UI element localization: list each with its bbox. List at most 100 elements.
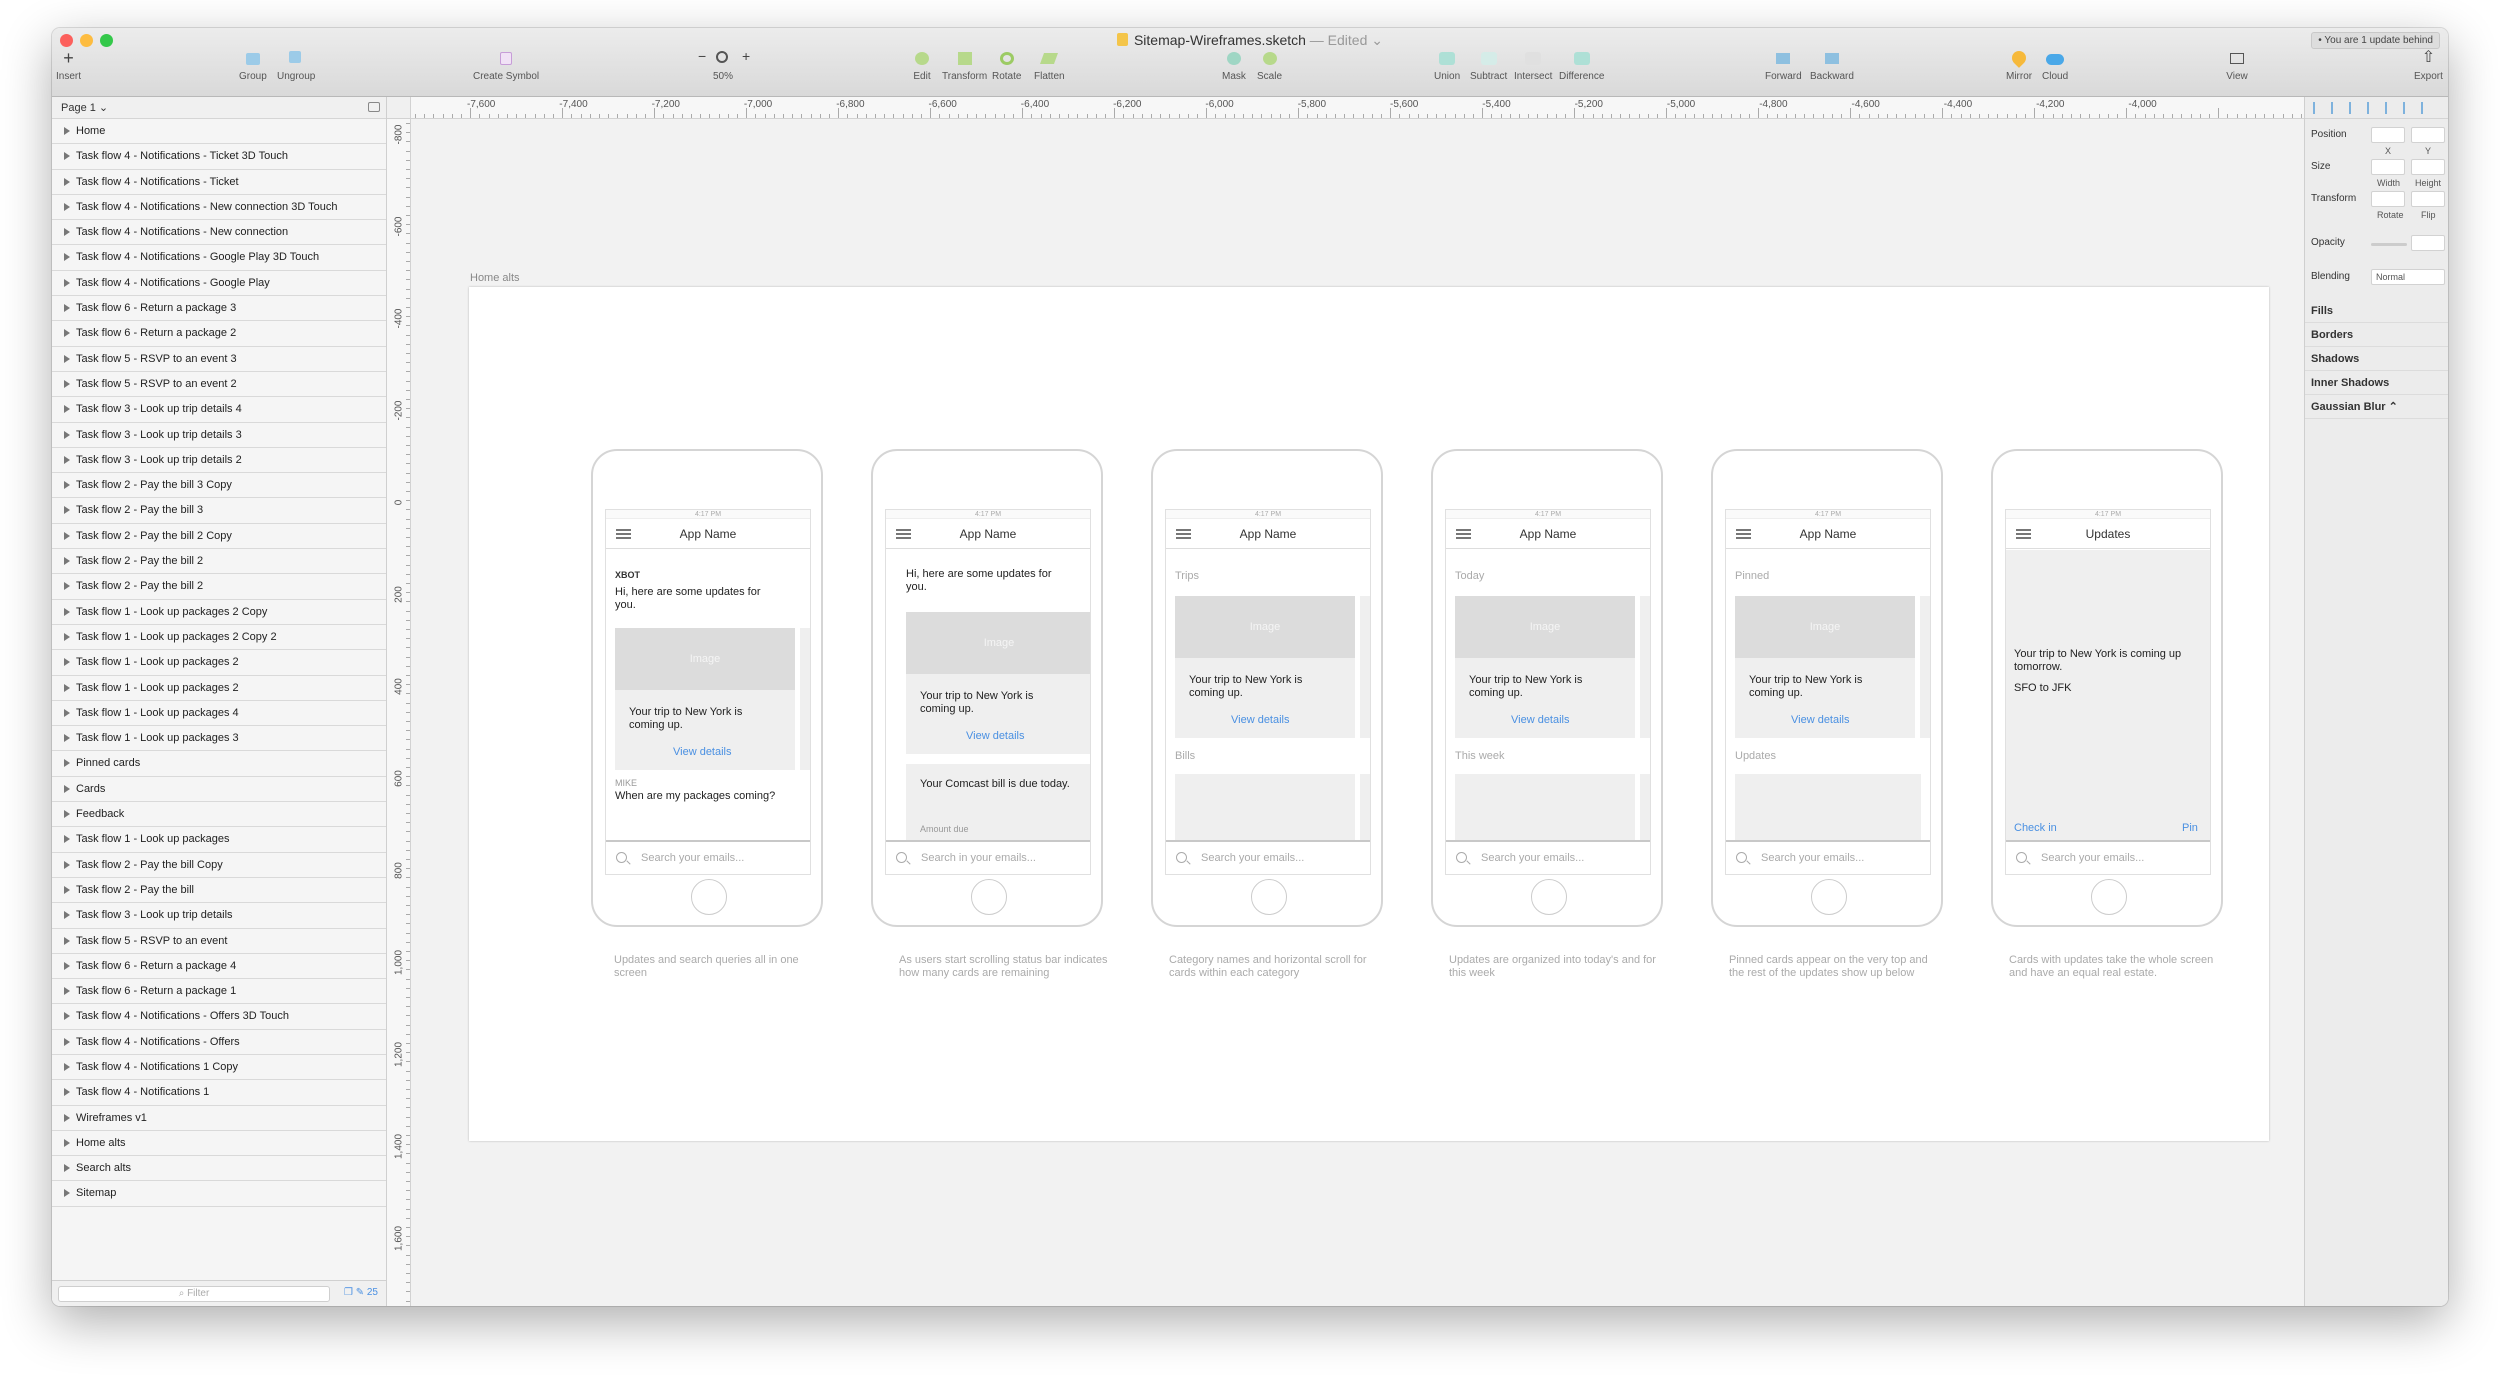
layer-item[interactable]: Task flow 5 - RSVP to an event (52, 929, 386, 954)
gaussian-blur-section[interactable]: Gaussian Blur ⌃ (2305, 395, 2448, 419)
phone-mockup[interactable]: 4:17 PM App Name XBOT Hi, here are some … (591, 449, 823, 927)
layer-item[interactable]: Task flow 2 - Pay the bill 3 Copy (52, 473, 386, 499)
search-bar[interactable]: Search your emails... (2006, 840, 2210, 874)
layer-item[interactable]: Task flow 1 - Look up packages 3 (52, 726, 386, 752)
layer-item[interactable]: Task flow 2 - Pay the bill 2 Copy (52, 524, 386, 550)
view-details-link[interactable]: View details (1231, 714, 1290, 726)
phone-mockup[interactable]: 4:17 PM App Name Hi, here are some updat… (871, 449, 1103, 927)
layer-item[interactable]: Task flow 1 - Look up packages 2 Copy (52, 600, 386, 625)
layer-item[interactable]: Task flow 6 - Return a package 2 (52, 321, 386, 347)
mirror-button[interactable]: Mirror (2006, 48, 2032, 82)
layer-item[interactable]: Task flow 4 - Notifications - Google Pla… (52, 245, 386, 271)
layer-item[interactable]: Task flow 4 - Notifications - Ticket 3D … (52, 144, 386, 170)
layer-item[interactable]: Task flow 6 - Return a package 1 (52, 979, 386, 1005)
layer-item[interactable]: Task flow 1 - Look up packages 4 (52, 701, 386, 727)
align-middle-icon[interactable] (2385, 102, 2397, 114)
opacity-field[interactable] (2411, 235, 2445, 251)
layer-item[interactable]: Task flow 1 - Look up packages 2 Copy 2 (52, 625, 386, 651)
layer-item[interactable]: Task flow 2 - Pay the bill Copy (52, 853, 386, 878)
search-bar[interactable]: Search your emails... (1726, 840, 1930, 874)
layer-item[interactable]: Task flow 4 - Notifications - Ticket (52, 170, 386, 195)
create-symbol-button[interactable]: Create Symbol (473, 50, 539, 82)
transform-button[interactable]: Transform (942, 50, 987, 82)
y-field[interactable] (2411, 127, 2445, 143)
layer-item[interactable]: Cards (52, 777, 386, 803)
layer-item[interactable]: Task flow 6 - Return a package 4 (52, 954, 386, 980)
fills-section[interactable]: Fills (2305, 299, 2448, 323)
layer-item[interactable]: Home alts (52, 1131, 386, 1157)
shadows-section[interactable]: Shadows (2305, 347, 2448, 371)
layer-item[interactable]: Task flow 2 - Pay the bill (52, 878, 386, 904)
align-left-icon[interactable] (2313, 102, 2325, 114)
view-details-link[interactable]: View details (673, 746, 732, 758)
layer-item[interactable]: Pinned cards (52, 751, 386, 777)
align-center-icon[interactable] (2331, 102, 2343, 114)
scale-button[interactable]: Scale (1257, 50, 1282, 82)
vertical-ruler[interactable]: -800 -600 -400 -200 0 200 400 600 800 1,000 1,200 1… (387, 119, 411, 1306)
flip-buttons[interactable] (2411, 191, 2445, 207)
layer-item[interactable]: Search alts (52, 1156, 386, 1182)
layer-item[interactable]: Task flow 2 - Pay the bill 2 (52, 574, 386, 600)
ungroup-button[interactable]: Ungroup (277, 50, 315, 82)
flatten-button[interactable]: Flatten (1034, 50, 1065, 82)
layer-item[interactable]: Feedback (52, 802, 386, 828)
view-details-link[interactable]: View details (1791, 714, 1850, 726)
zoom-out-button[interactable]: − (698, 48, 706, 64)
search-bar[interactable]: Search in your emails... (886, 840, 1090, 874)
width-field[interactable] (2371, 159, 2405, 175)
x-field[interactable] (2371, 127, 2405, 143)
layer-item[interactable]: Task flow 4 - Notifications - Offers (52, 1030, 386, 1055)
backward-button[interactable]: Backward (1810, 50, 1854, 82)
opacity-slider[interactable] (2371, 243, 2407, 246)
layer-item[interactable]: Wireframes v1 (52, 1106, 386, 1131)
inner-shadows-section[interactable]: Inner Shadows (2305, 371, 2448, 395)
layer-item[interactable]: Task flow 6 - Return a package 3 (52, 296, 386, 322)
search-bar[interactable]: Search your emails... (1166, 840, 1370, 874)
update-badge[interactable]: • You are 1 update behind (2311, 32, 2440, 49)
group-button[interactable]: Group (239, 50, 267, 82)
layer-item[interactable]: Task flow 3 - Look up trip details (52, 903, 386, 929)
view-details-link[interactable]: View details (1511, 714, 1570, 726)
align-right-icon[interactable] (2349, 102, 2361, 114)
check-in-link[interactable]: Check in (2014, 822, 2057, 834)
layer-item[interactable]: Task flow 3 - Look up trip details 3 (52, 423, 386, 448)
blending-select[interactable]: Normal (2371, 269, 2445, 285)
search-bar[interactable]: Search your emails... (606, 840, 810, 874)
cloud-button[interactable]: Cloud (2042, 50, 2068, 82)
forward-button[interactable]: Forward (1765, 50, 1802, 82)
zoom-control[interactable]: 50% (712, 50, 734, 82)
layer-item[interactable]: Task flow 3 - Look up trip details 4 (52, 397, 386, 423)
canvas[interactable]: Home alts 4:17 PM App Name XBOT Hi, here… (411, 119, 2304, 1306)
layer-item[interactable]: Task flow 3 - Look up trip details 2 (52, 448, 386, 474)
view-details-link[interactable]: View details (966, 730, 1025, 742)
layer-item[interactable]: Sitemap (52, 1181, 386, 1207)
search-bar[interactable]: Search your emails... (1446, 840, 1650, 874)
layer-item[interactable]: Task flow 5 - RSVP to an event 3 (52, 347, 386, 372)
layer-item[interactable]: Task flow 4 - Notifications 1 Copy (52, 1055, 386, 1081)
distribute-icon[interactable] (2421, 102, 2433, 114)
layer-item[interactable]: Task flow 1 - Look up packages 2 (52, 676, 386, 701)
horizontal-ruler[interactable]: -7,600 -7,400 -7,200 -7,000 -6,800 -6,600 -6,4… (411, 97, 2304, 119)
phone-mockup[interactable]: 4:17 PM App Name Trips Image Your trip t… (1151, 449, 1383, 927)
view-button[interactable]: View (2226, 50, 2248, 82)
page-selector[interactable]: Page 1 ⌄ (52, 97, 386, 119)
phone-mockup[interactable]: 4:17 PM App Name Today Image Your trip t… (1431, 449, 1663, 927)
layer-item[interactable]: Task flow 1 - Look up packages 2 (52, 650, 386, 676)
align-bottom-icon[interactable] (2403, 102, 2415, 114)
zoom-in-button[interactable]: + (742, 48, 750, 64)
layer-item[interactable]: Task flow 2 - Pay the bill 2 (52, 549, 386, 575)
rotate-button[interactable]: Rotate (992, 50, 1021, 82)
rotate-field[interactable] (2371, 191, 2405, 207)
add-page-icon[interactable] (368, 102, 380, 112)
layer-item[interactable]: Task flow 4 - Notifications - New connec… (52, 195, 386, 221)
layer-item[interactable]: Task flow 5 - RSVP to an event 2 (52, 372, 386, 398)
intersect-button[interactable]: Intersect (1514, 50, 1552, 82)
phone-mockup[interactable]: 4:17 PM App Name Pinned Image Your trip … (1711, 449, 1943, 927)
layer-item[interactable]: Task flow 2 - Pay the bill 3 (52, 498, 386, 524)
mask-button[interactable]: Mask (1222, 50, 1246, 82)
layer-item[interactable]: Home (52, 119, 386, 145)
edit-button[interactable]: Edit (911, 50, 933, 82)
layer-item[interactable]: Task flow 4 - Notifications - Offers 3D … (52, 1004, 386, 1030)
borders-section[interactable]: Borders (2305, 323, 2448, 347)
height-field[interactable] (2411, 159, 2445, 175)
